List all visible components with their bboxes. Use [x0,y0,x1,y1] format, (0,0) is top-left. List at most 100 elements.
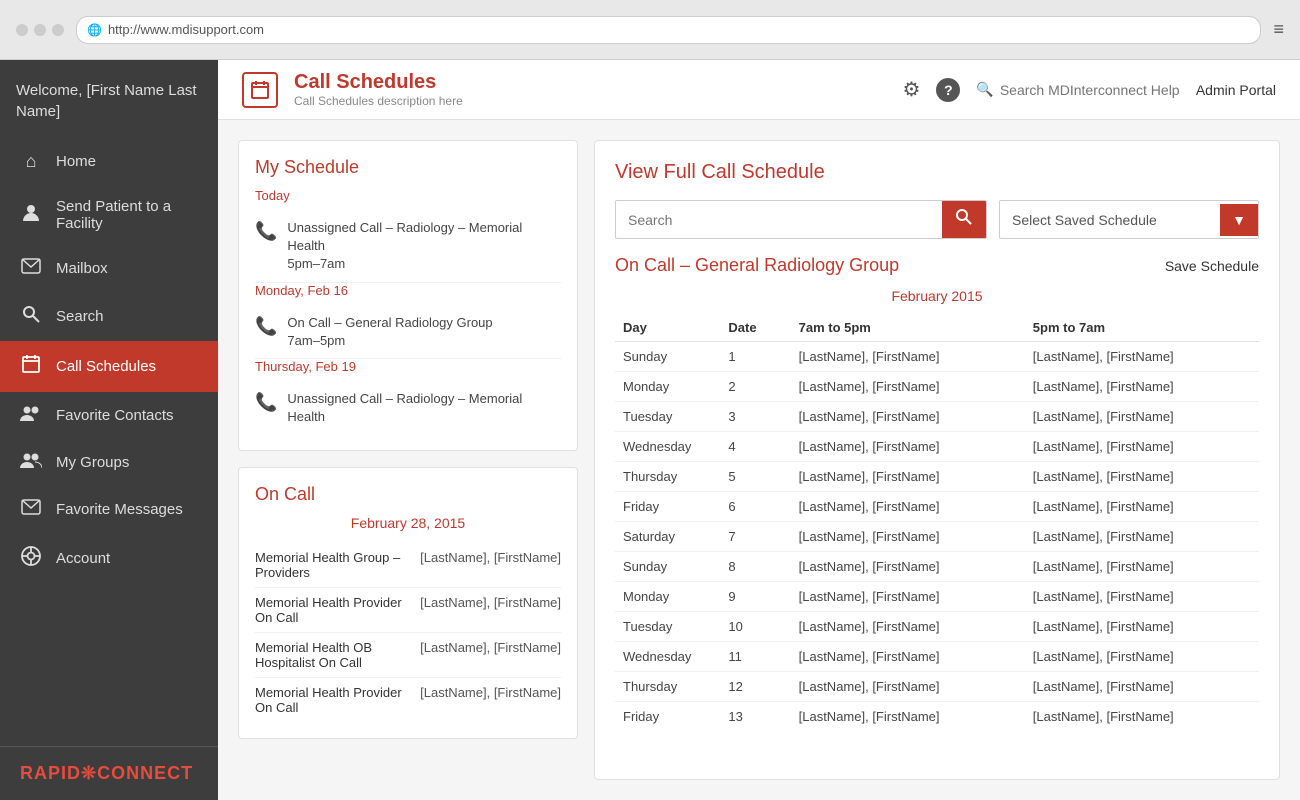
table-row: Wednesday 4 [LastName], [FirstName] [Las… [615,432,1259,462]
help-search[interactable]: 🔍 [976,81,1179,98]
settings-icon[interactable]: ⚙ [902,77,920,102]
sidebar-item-account[interactable]: Account [0,533,218,584]
cell-col2: [LastName], [FirstName] [1025,582,1259,612]
sidebar-label-favorite-messages: Favorite Messages [56,501,183,518]
save-schedule-link[interactable]: Save Schedule [1165,258,1259,274]
saved-schedule-dropdown-btn[interactable]: ▼ [1220,204,1258,236]
on-call-group-2: Memorial Health Provider On Call [255,595,412,625]
sidebar-item-send-patient[interactable]: Send Patient to a Facility [0,185,218,245]
url-text: http://www.mdisupport.com [108,22,264,37]
cell-col2: [LastName], [FirstName] [1025,432,1259,462]
cell-date: 7 [720,522,790,552]
full-schedule-table: Day Date 7am to 5pm 5pm to 7am Sunday 1 … [615,314,1259,731]
on-call-group-3: Memorial Health OB Hospitalist On Call [255,640,412,670]
account-icon [20,546,42,571]
cell-day: Monday [615,582,720,612]
on-call-name-3: [LastName], [FirstName] [420,640,561,670]
sidebar-item-search[interactable]: Search [0,292,218,341]
home-icon: ⌂ [20,151,42,172]
cell-col2: [LastName], [FirstName] [1025,342,1259,372]
table-row: Friday 13 [LastName], [FirstName] [LastN… [615,702,1259,732]
dot-red [16,24,28,36]
schedule-search-wrap [615,200,987,239]
cell-col1: [LastName], [FirstName] [791,372,1025,402]
schedule-date-feb19: Thursday, Feb 19 [255,359,561,374]
cell-col2: [LastName], [FirstName] [1025,372,1259,402]
schedule-search-button[interactable] [942,201,986,238]
sidebar-item-call-schedules[interactable]: Call Schedules [0,341,218,392]
dot-green [52,24,64,36]
cell-day: Thursday [615,672,720,702]
cell-col1: [LastName], [FirstName] [791,552,1025,582]
schedule-header-row: On Call – General Radiology Group Save S… [615,255,1259,276]
browser-menu-icon[interactable]: ≡ [1273,19,1284,40]
sidebar: Welcome, [First Name Last Name] ⌂ Home S… [0,60,218,800]
my-schedule-title: My Schedule [255,157,561,178]
search-icon [20,305,42,328]
cell-col1: [LastName], [FirstName] [791,462,1025,492]
schedule-search-input[interactable] [616,203,942,237]
help-search-input[interactable] [1000,82,1180,98]
search-row: Select Saved Schedule ▼ [615,200,1259,239]
schedule-date-today: Today [255,188,561,203]
schedule-item-1: 📞 Unassigned Call – Radiology – Memorial… [255,211,561,283]
dot-yellow [34,24,46,36]
browser-dots [16,24,64,36]
cell-col2: [LastName], [FirstName] [1025,522,1259,552]
cell-day: Saturday [615,522,720,552]
cell-col2: [LastName], [FirstName] [1025,402,1259,432]
on-call-group-title: On Call – General Radiology Group [615,255,899,276]
table-row: Sunday 8 [LastName], [FirstName] [LastNa… [615,552,1259,582]
cell-date: 6 [720,492,790,522]
cell-col1: [LastName], [FirstName] [791,492,1025,522]
cell-day: Friday [615,492,720,522]
on-call-row-1: Memorial Health Group – Providers [LastN… [255,543,561,588]
address-bar[interactable]: 🌐 http://www.mdisupport.com [76,16,1261,44]
browser-chrome: 🌐 http://www.mdisupport.com ≡ [0,0,1300,60]
cell-day: Friday [615,702,720,732]
sidebar-item-favorite-contacts[interactable]: Favorite Contacts [0,392,218,439]
sidebar-item-home[interactable]: ⌂ Home [0,138,218,185]
cell-date: 8 [720,552,790,582]
sidebar-item-my-groups[interactable]: My Groups [0,439,218,486]
cell-col1: [LastName], [FirstName] [791,342,1025,372]
sidebar-label-favorite-contacts: Favorite Contacts [56,407,174,424]
schedule-text-3: Unassigned Call – Radiology – Memorial H… [287,390,561,426]
table-row: Monday 2 [LastName], [FirstName] [LastNa… [615,372,1259,402]
cell-date: 12 [720,672,790,702]
saved-schedule-wrap: Select Saved Schedule ▼ [999,200,1259,239]
cell-col1: [LastName], [FirstName] [791,522,1025,552]
cell-day: Wednesday [615,432,720,462]
cell-date: 11 [720,642,790,672]
th-day: Day [615,314,720,342]
cell-col1: [LastName], [FirstName] [791,702,1025,732]
month-label: February 2015 [615,288,1259,304]
on-call-row-2: Memorial Health Provider On Call [LastNa… [255,588,561,633]
cell-day: Monday [615,372,720,402]
cell-col1: [LastName], [FirstName] [791,612,1025,642]
cell-day: Sunday [615,552,720,582]
cell-day: Tuesday [615,612,720,642]
on-call-group-4: Memorial Health Provider On Call [255,685,412,715]
table-row: Friday 6 [LastName], [FirstName] [LastNa… [615,492,1259,522]
sidebar-label-send-patient: Send Patient to a Facility [56,198,198,232]
cell-date: 9 [720,582,790,612]
sidebar-item-favorite-messages[interactable]: Favorite Messages [0,486,218,533]
on-call-name-1: [LastName], [FirstName] [420,550,561,580]
admin-portal-link[interactable]: Admin Portal [1196,82,1276,98]
table-row: Wednesday 11 [LastName], [FirstName] [La… [615,642,1259,672]
app-container: Welcome, [First Name Last Name] ⌂ Home S… [0,60,1300,800]
cell-col2: [LastName], [FirstName] [1025,612,1259,642]
cell-date: 3 [720,402,790,432]
on-call-date: February 28, 2015 [255,515,561,531]
favorite-contacts-icon [20,405,42,426]
help-icon[interactable]: ? [936,78,960,102]
cell-col1: [LastName], [FirstName] [791,432,1025,462]
table-header-row: Day Date 7am to 5pm 5pm to 7am [615,314,1259,342]
saved-schedule-select[interactable]: Select Saved Schedule [1000,204,1220,236]
page-header-icon [242,72,278,108]
schedule-item-2: 📞 On Call – General Radiology Group7am–5… [255,306,561,359]
cell-col2: [LastName], [FirstName] [1025,492,1259,522]
cell-date: 4 [720,432,790,462]
sidebar-item-mailbox[interactable]: Mailbox [0,245,218,292]
